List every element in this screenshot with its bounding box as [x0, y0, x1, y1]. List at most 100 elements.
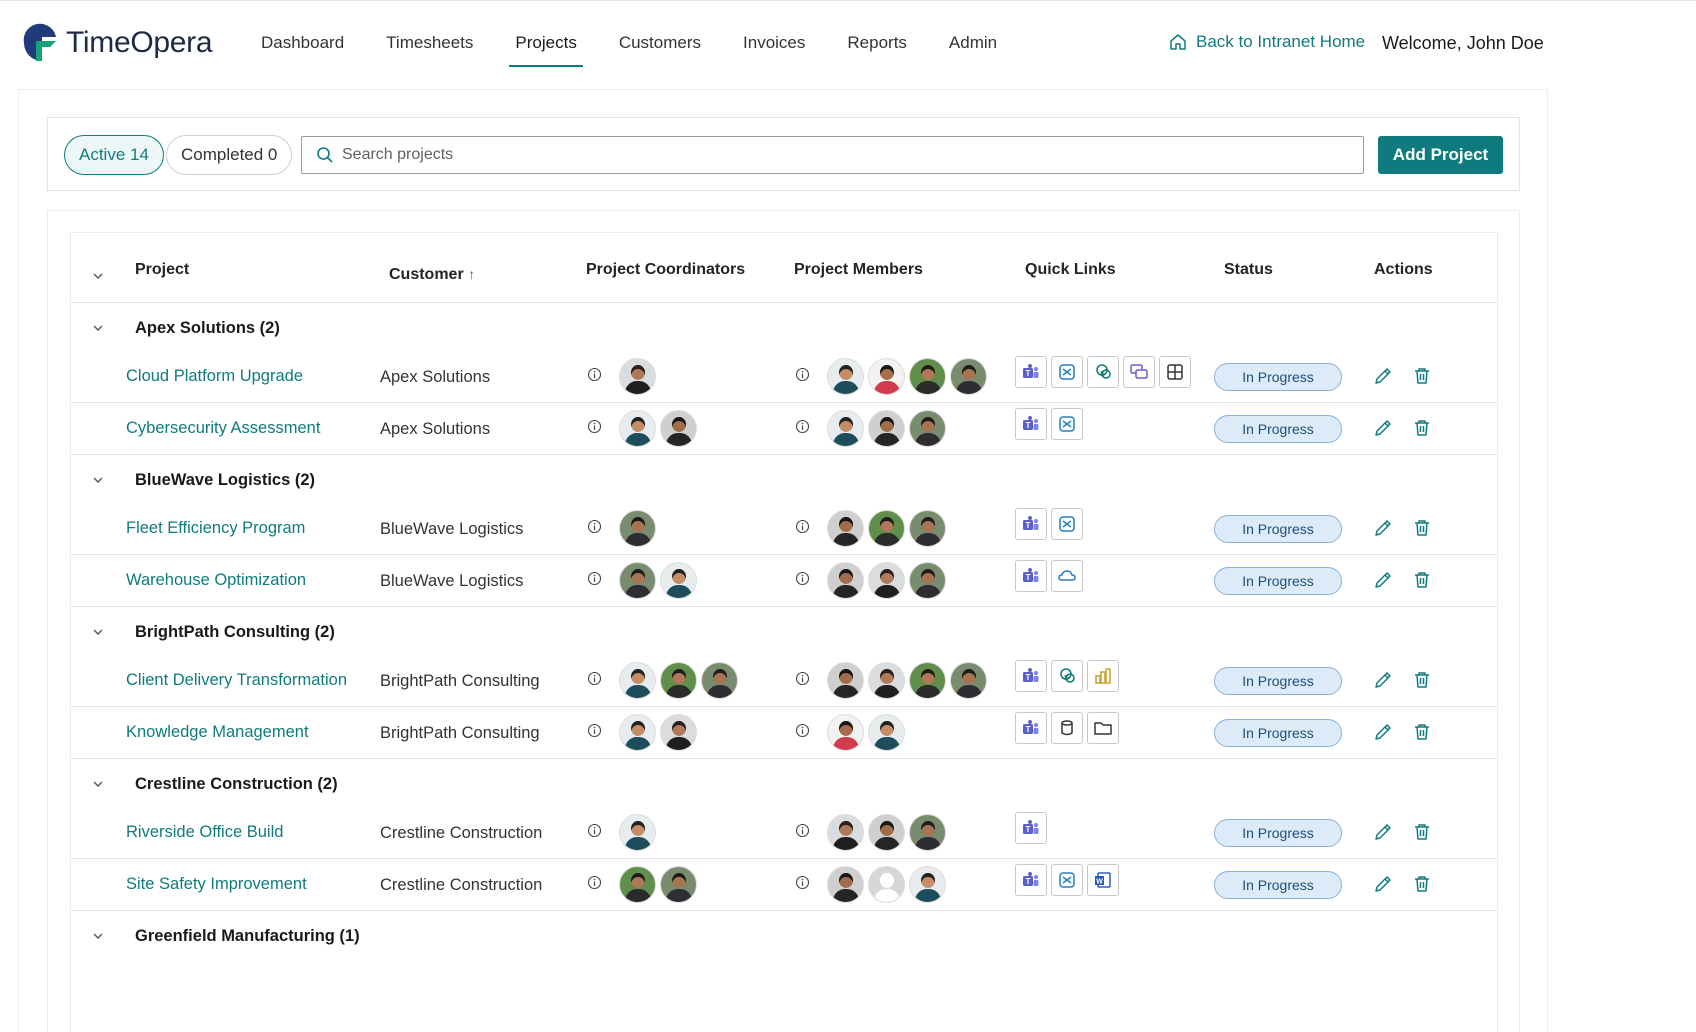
exchange-icon[interactable] — [1051, 356, 1083, 388]
teams-icon[interactable]: T — [1015, 508, 1047, 540]
delete-trash-icon[interactable] — [1411, 417, 1433, 439]
edit-pencil-icon[interactable] — [1372, 873, 1394, 895]
nav-item-admin[interactable]: Admin — [949, 27, 997, 67]
avatar[interactable] — [827, 662, 864, 699]
chevron-down-icon[interactable] — [91, 473, 105, 487]
chat-icon[interactable] — [1123, 356, 1155, 388]
avatar[interactable] — [827, 562, 864, 599]
back-to-intranet-link[interactable]: Back to Intranet Home — [1168, 32, 1365, 52]
avatar[interactable] — [868, 358, 905, 395]
chevron-down-icon[interactable] — [91, 625, 105, 639]
chevron-down-icon[interactable] — [91, 777, 105, 791]
avatar[interactable] — [909, 866, 946, 903]
avatar[interactable] — [619, 410, 656, 447]
col-customer[interactable]: Customer ↑ — [389, 266, 475, 284]
avatar[interactable] — [909, 410, 946, 447]
coordinators-info-icon[interactable] — [587, 367, 602, 382]
project-link[interactable]: Client Delivery Transformation — [126, 671, 347, 690]
members-info-icon[interactable] — [795, 823, 810, 838]
avatar[interactable] — [827, 714, 864, 751]
edit-pencil-icon[interactable] — [1372, 517, 1394, 539]
coordinators-info-icon[interactable] — [587, 823, 602, 838]
delete-trash-icon[interactable] — [1411, 517, 1433, 539]
nav-item-invoices[interactable]: Invoices — [743, 27, 805, 67]
avatar[interactable] — [827, 410, 864, 447]
project-link[interactable]: Cybersecurity Assessment — [126, 419, 320, 438]
exchange-icon[interactable] — [1051, 408, 1083, 440]
members-info-icon[interactable] — [795, 723, 810, 738]
nav-item-timesheets[interactable]: Timesheets — [386, 27, 473, 67]
nav-item-reports[interactable]: Reports — [847, 27, 907, 67]
teams-icon[interactable]: T — [1015, 356, 1047, 388]
col-project[interactable]: Project — [135, 261, 189, 279]
coordinators-info-icon[interactable] — [587, 519, 602, 534]
project-link[interactable]: Knowledge Management — [126, 723, 309, 742]
avatar[interactable] — [660, 866, 697, 903]
coordinators-info-icon[interactable] — [587, 723, 602, 738]
add-project-button[interactable]: Add Project — [1378, 136, 1503, 174]
edit-pencil-icon[interactable] — [1372, 365, 1394, 387]
nav-item-dashboard[interactable]: Dashboard — [261, 27, 344, 67]
teams-icon[interactable]: T — [1015, 864, 1047, 896]
avatar[interactable] — [950, 662, 987, 699]
avatar[interactable] — [660, 410, 697, 447]
avatar[interactable] — [868, 562, 905, 599]
avatar[interactable] — [950, 358, 987, 395]
collapse-all-chevron-icon[interactable] — [91, 269, 105, 283]
edit-pencil-icon[interactable] — [1372, 821, 1394, 843]
group-header[interactable]: Greenfield Manufacturing (1) — [71, 911, 1497, 961]
word-icon[interactable]: W — [1087, 864, 1119, 896]
project-link[interactable]: Site Safety Improvement — [126, 875, 307, 894]
group-header[interactable]: Crestline Construction (2) — [71, 759, 1497, 809]
folder-icon[interactable] — [1087, 712, 1119, 744]
coordinators-info-icon[interactable] — [587, 671, 602, 686]
teams-icon[interactable]: T — [1015, 660, 1047, 692]
members-info-icon[interactable] — [795, 367, 810, 382]
edit-pencil-icon[interactable] — [1372, 569, 1394, 591]
sharepoint-icon[interactable]: S — [1051, 660, 1083, 692]
delete-trash-icon[interactable] — [1411, 821, 1433, 843]
coordinators-info-icon[interactable] — [587, 875, 602, 890]
edit-pencil-icon[interactable] — [1372, 669, 1394, 691]
edit-pencil-icon[interactable] — [1372, 721, 1394, 743]
delete-trash-icon[interactable] — [1411, 365, 1433, 387]
avatar[interactable] — [868, 866, 905, 903]
avatar[interactable] — [868, 410, 905, 447]
members-info-icon[interactable] — [795, 419, 810, 434]
project-link[interactable]: Warehouse Optimization — [126, 571, 306, 590]
powerbi-icon[interactable] — [1087, 660, 1119, 692]
active-filter-pill[interactable]: Active 14 — [64, 135, 164, 175]
search-box[interactable] — [301, 136, 1364, 174]
avatar[interactable] — [827, 814, 864, 851]
avatar[interactable] — [868, 814, 905, 851]
avatar[interactable] — [619, 814, 656, 851]
project-link[interactable]: Riverside Office Build — [126, 823, 283, 842]
database-icon[interactable] — [1051, 712, 1083, 744]
avatar[interactable] — [827, 866, 864, 903]
group-header[interactable]: Apex Solutions (2) — [71, 303, 1497, 353]
avatar[interactable] — [660, 662, 697, 699]
avatar[interactable] — [619, 510, 656, 547]
teams-icon[interactable]: T — [1015, 812, 1047, 844]
teams-icon[interactable]: T — [1015, 560, 1047, 592]
avatar[interactable] — [619, 562, 656, 599]
delete-trash-icon[interactable] — [1411, 721, 1433, 743]
avatar[interactable] — [660, 714, 697, 751]
teams-icon[interactable]: T — [1015, 712, 1047, 744]
delete-trash-icon[interactable] — [1411, 873, 1433, 895]
onedrive-icon[interactable] — [1051, 560, 1083, 592]
search-input[interactable] — [342, 146, 1302, 164]
sharepoint-icon[interactable]: S — [1087, 356, 1119, 388]
avatar[interactable] — [909, 662, 946, 699]
nav-item-customers[interactable]: Customers — [619, 27, 701, 67]
completed-filter-pill[interactable]: Completed 0 — [166, 135, 293, 175]
members-info-icon[interactable] — [795, 875, 810, 890]
app-logo[interactable]: TimeOpera — [20, 23, 213, 63]
chevron-down-icon[interactable] — [91, 929, 105, 943]
project-link[interactable]: Fleet Efficiency Program — [126, 519, 305, 538]
delete-trash-icon[interactable] — [1411, 569, 1433, 591]
avatar[interactable] — [909, 358, 946, 395]
teams-icon[interactable]: T — [1015, 408, 1047, 440]
group-header[interactable]: BlueWave Logistics (2) — [71, 455, 1497, 505]
edit-pencil-icon[interactable] — [1372, 417, 1394, 439]
